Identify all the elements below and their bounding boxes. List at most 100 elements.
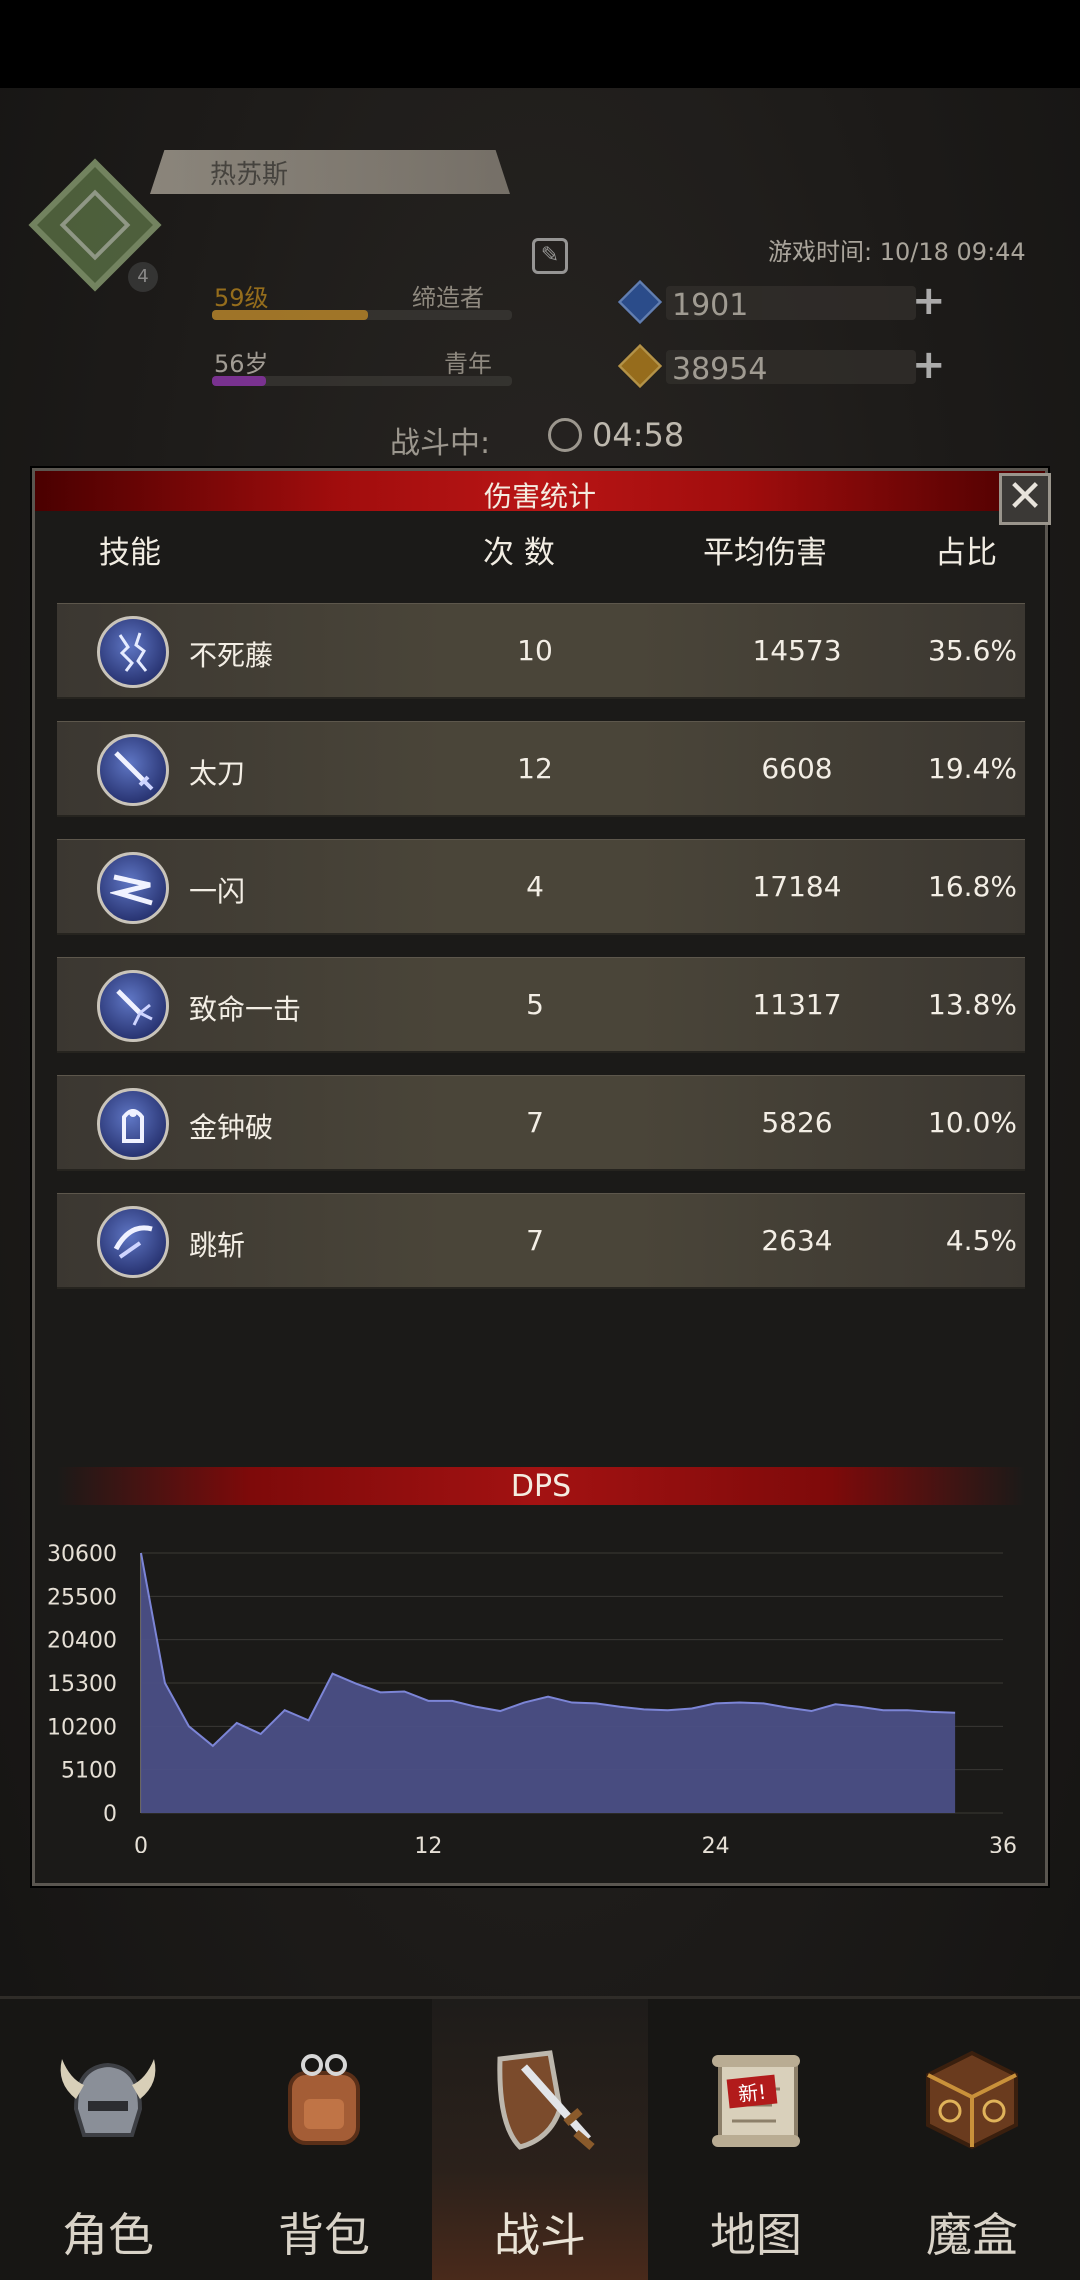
nav-label: 地图: [710, 2208, 802, 2262]
level-progress-bar: [212, 310, 512, 320]
skill-row: 太刀 12 6608 19.4%: [57, 721, 1025, 817]
nav-label: 战斗: [494, 2208, 586, 2262]
skill-ratio: 16.8%: [928, 870, 1017, 903]
skill-avg-damage: 5826: [761, 1106, 833, 1139]
skill-ratio: 10.0%: [928, 1106, 1017, 1139]
title-text: 缔造者: [412, 284, 484, 312]
level-progress-fill: [212, 310, 368, 320]
skill-count: 10: [517, 634, 553, 667]
skill-avg-damage: 6608: [761, 752, 833, 785]
skill-ratio: 4.5%: [945, 1224, 1017, 1257]
gold-icon: [617, 343, 663, 389]
gold-count: 38954: [672, 352, 768, 387]
battle-label: 战斗中:: [390, 426, 491, 461]
y-tick-label: 25500: [47, 1585, 117, 1610]
skill-count: 12: [517, 752, 553, 785]
golden-bell-break-icon: [97, 1088, 169, 1160]
column-header-ratio: 占比: [935, 535, 997, 571]
player-name: 热苏斯: [210, 160, 289, 190]
modal-title: 伤害统计: [483, 480, 596, 513]
age-progress-fill: [212, 376, 266, 386]
game-time-value: 10/18 09:44: [879, 238, 1026, 266]
game-time-label: 游戏时间:: [768, 238, 873, 266]
skill-name: 太刀: [189, 757, 246, 790]
column-header-count: 次 数: [483, 535, 555, 571]
skill-name: 金钟破: [189, 1111, 274, 1144]
flash-strike-icon: [97, 852, 169, 924]
skill-count: 7: [526, 1106, 544, 1139]
viking-helmet-icon: [60, 2059, 156, 2137]
nav-item-battle[interactable]: 战斗: [432, 1999, 648, 2280]
age-text: 56岁: [214, 350, 269, 378]
skill-row: 不死藤 10 14573 35.6%: [57, 603, 1025, 699]
vine-lightning-icon: [97, 616, 169, 688]
nav-item-character[interactable]: 角色: [0, 1999, 216, 2280]
nav-item-backpack[interactable]: 背包: [216, 1999, 432, 2280]
katana-icon: [97, 734, 169, 806]
x-tick-label: 36: [989, 1834, 1017, 1853]
skill-ratio: 13.8%: [928, 988, 1017, 1021]
game-time: 游戏时间: 10/18 09:44: [768, 232, 1026, 267]
x-tick-label: 0: [134, 1834, 148, 1853]
skill-row: 金钟破 7 5826 10.0%: [57, 1075, 1025, 1171]
nav-item-map[interactable]: 新! 地图: [648, 1999, 864, 2280]
column-header-skill: 技能: [99, 535, 161, 571]
skill-avg-damage: 17184: [752, 870, 842, 903]
age-progress-bar: [212, 376, 512, 386]
skill-row: 跳斩 7 2634 4.5%: [57, 1193, 1025, 1289]
column-header-avg-damage: 平均伤害: [703, 535, 827, 571]
dps-chart: 0 5100 10200 15300 20400 25500 30600 0 12 24 36: [35, 1533, 1045, 1853]
skill-row: 致命一击 5 11317 13.8%: [57, 957, 1025, 1053]
skill-name: 致命一击: [189, 993, 302, 1026]
age-stage-text: 青年: [444, 350, 492, 378]
gem-count: 1901: [672, 288, 749, 323]
damage-stats-modal: 伤害统计 ✕ 技能 次 数 平均伤害 占比 不死藤 10 14573 35.6%…: [32, 468, 1051, 1886]
x-tick-label: 24: [702, 1834, 730, 1853]
nav-label: 魔盒: [926, 2208, 1018, 2262]
nav-item-magic-box[interactable]: 魔盒: [864, 1999, 1080, 2280]
x-tick-label: 12: [414, 1834, 442, 1853]
y-tick-label: 0: [103, 1802, 117, 1827]
y-tick-label: 30600: [47, 1542, 117, 1567]
modal-title-bar: 伤害统计: [35, 471, 1045, 513]
edit-name-icon[interactable]: ✎: [532, 238, 568, 274]
status-bar-area: [0, 0, 1080, 88]
skill-count: 4: [526, 870, 544, 903]
skill-avg-damage: 14573: [752, 634, 842, 667]
level-text: 59级: [214, 284, 269, 312]
skill-avg-damage: 11317: [752, 988, 842, 1021]
dps-title-bar: DPS: [57, 1467, 1025, 1505]
y-tick-label: 10200: [47, 1715, 117, 1740]
skill-ratio: 35.6%: [928, 634, 1017, 667]
shield-sword-icon: [497, 2050, 595, 2151]
gem-resource: 1901 +: [617, 278, 950, 325]
nav-label: 背包: [278, 2208, 370, 2262]
clock-icon: [548, 418, 582, 452]
y-tick-label: 15300: [47, 1672, 117, 1697]
backpack-icon: [288, 2054, 360, 2145]
new-badge: 新!: [726, 2074, 778, 2109]
leap-slash-icon: [97, 1206, 169, 1278]
nav-label: 角色: [62, 2208, 154, 2262]
skill-count: 7: [526, 1224, 544, 1257]
emblem-badge: 4: [128, 262, 158, 292]
critical-strike-icon: [97, 970, 169, 1042]
skill-name: 不死藤: [189, 639, 274, 672]
skill-name: 跳斩: [189, 1229, 246, 1262]
name-plate: [150, 150, 510, 194]
close-button[interactable]: ✕: [999, 473, 1051, 525]
skill-avg-damage: 2634: [761, 1224, 833, 1257]
y-tick-label: 5100: [61, 1759, 117, 1784]
dps-title: DPS: [510, 1469, 572, 1504]
skill-count: 5: [526, 988, 544, 1021]
magic-box-icon: [926, 2050, 1018, 2150]
dps-chart-svg: 0 5100 10200 15300 20400 25500 30600 0 12 24 36: [47, 1542, 1017, 1853]
y-tick-label: 20400: [47, 1629, 117, 1654]
skill-row: 一闪 4 17184 16.8%: [57, 839, 1025, 935]
add-gold-icon[interactable]: +: [912, 342, 946, 388]
skill-ratio: 19.4%: [928, 752, 1017, 785]
gold-resource: 38954 +: [617, 342, 950, 389]
battle-timer: 04:58: [592, 416, 685, 454]
add-gems-icon[interactable]: +: [912, 278, 946, 324]
skill-name: 一闪: [189, 875, 246, 908]
